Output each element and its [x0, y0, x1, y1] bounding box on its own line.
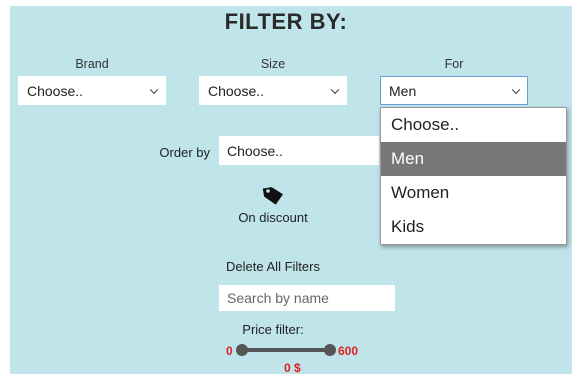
tag-icon[interactable] [258, 183, 288, 205]
price-value: 0 $ [284, 361, 301, 375]
chevron-down-icon [149, 85, 159, 94]
search-input[interactable]: Search by name [219, 285, 395, 311]
for-dropdown-menu: Choose.. Men Women Kids [380, 107, 567, 245]
price-slider-min-thumb[interactable] [236, 344, 248, 356]
price-filter-label: Price filter: [242, 322, 304, 337]
for-select-value: Men [389, 82, 417, 99]
for-option-kids[interactable]: Kids [381, 210, 566, 244]
search-placeholder: Search by name [227, 290, 329, 306]
for-select[interactable]: Men [380, 76, 528, 105]
brand-label: Brand [75, 57, 109, 71]
for-option-men[interactable]: Men [381, 142, 566, 176]
chevron-down-icon [511, 85, 521, 94]
price-slider-max-thumb[interactable] [324, 344, 336, 356]
order-by-value: Choose.. [227, 142, 284, 159]
brand-select[interactable]: Choose.. [18, 76, 166, 105]
price-max-label: 600 [338, 344, 359, 358]
order-by-label: Order by [159, 145, 210, 160]
for-option-choose[interactable]: Choose.. [381, 108, 566, 142]
for-option-women[interactable]: Women [381, 176, 566, 210]
chevron-down-icon [330, 85, 340, 94]
on-discount-label[interactable]: On discount [213, 210, 333, 225]
price-min-label: 0 [226, 344, 233, 358]
for-label: For [444, 57, 464, 71]
filter-title: FILTER BY: [224, 9, 348, 34]
size-label: Size [260, 57, 286, 71]
delete-all-filters-button[interactable]: Delete All Filters [203, 259, 343, 274]
size-select-value: Choose.. [208, 82, 265, 99]
price-slider[interactable] [236, 344, 336, 356]
order-by-select[interactable]: Choose.. [219, 136, 379, 165]
size-select[interactable]: Choose.. [199, 76, 347, 105]
brand-select-value: Choose.. [27, 82, 84, 99]
